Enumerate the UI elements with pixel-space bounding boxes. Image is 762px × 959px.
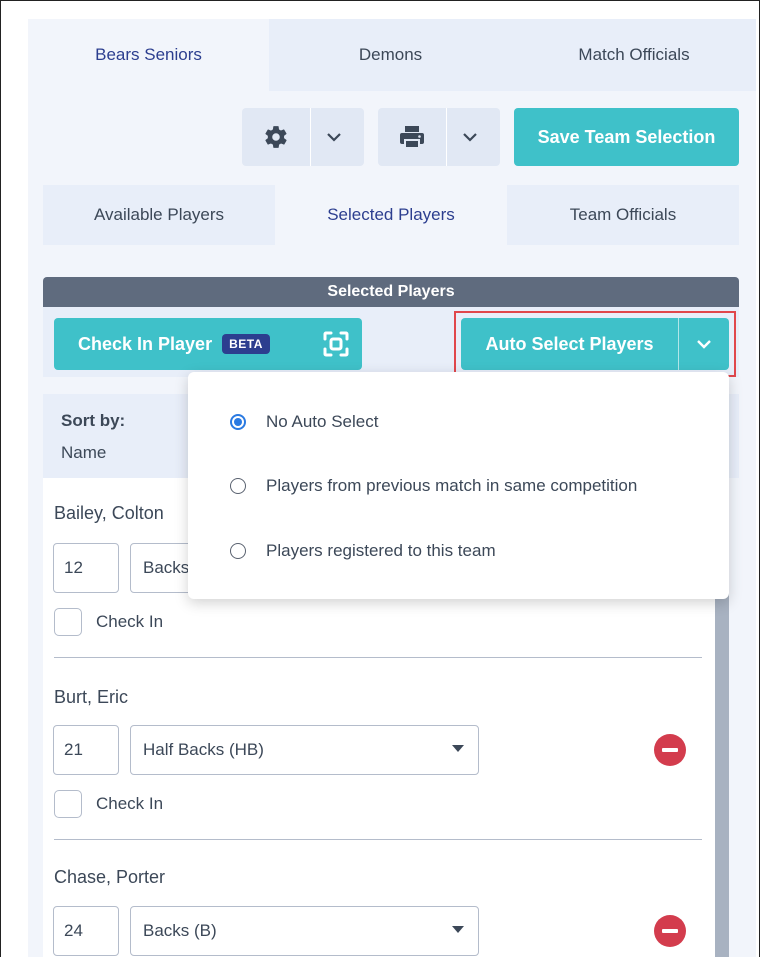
caret-down-icon bbox=[452, 926, 464, 933]
divider bbox=[54, 839, 702, 840]
check-in-toggle[interactable]: Check In bbox=[54, 608, 163, 636]
auto-select-option-registered[interactable]: Players registered to this team bbox=[230, 541, 496, 561]
auto-select-option-none[interactable]: No Auto Select bbox=[230, 412, 378, 432]
caret-down-icon bbox=[452, 745, 464, 752]
jersey-number-input[interactable]: 12 bbox=[53, 543, 119, 593]
sort-value[interactable]: Name bbox=[61, 443, 106, 463]
chevron-down-icon[interactable] bbox=[447, 108, 493, 166]
sort-label: Sort by: bbox=[61, 411, 126, 430]
position-value: Half Backs (HB) bbox=[143, 740, 264, 759]
divider bbox=[54, 657, 702, 658]
player-name: Bailey, Colton bbox=[54, 503, 164, 523]
auto-select-menu: No Auto Select Players from previous mat… bbox=[188, 372, 729, 599]
chevron-down-icon[interactable] bbox=[679, 339, 729, 349]
position-select[interactable]: Half Backs (HB) bbox=[130, 725, 479, 775]
scan-icon bbox=[323, 331, 349, 357]
tab-available-players[interactable]: Available Players bbox=[43, 185, 275, 245]
player-tabs: Available Players Selected Players Team … bbox=[43, 185, 739, 245]
option-label: No Auto Select bbox=[266, 412, 379, 431]
app-frame: Bears Seniors Demons Match Officials Sav… bbox=[0, 0, 760, 957]
position-value: Backs bbox=[143, 558, 190, 577]
settings-dropdown-button[interactable] bbox=[242, 108, 364, 166]
tab-bears-seniors[interactable]: Bears Seniors bbox=[28, 19, 269, 91]
remove-player-icon[interactable] bbox=[654, 915, 686, 947]
printer-icon[interactable] bbox=[378, 108, 446, 166]
checkbox[interactable] bbox=[54, 608, 82, 636]
gear-icon[interactable] bbox=[242, 108, 310, 166]
save-team-selection-button[interactable]: Save Team Selection bbox=[514, 108, 739, 166]
check-in-player-button[interactable]: Check In Player BETA bbox=[54, 318, 362, 370]
section-title: Selected Players bbox=[43, 277, 739, 307]
print-dropdown-button[interactable] bbox=[378, 108, 500, 166]
player-name: Chase, Porter bbox=[54, 867, 166, 887]
jersey-number-input[interactable]: 24 bbox=[53, 906, 119, 956]
auto-select-players-button[interactable]: Auto Select Players bbox=[461, 318, 729, 370]
position-select[interactable]: Backs (B) bbox=[130, 906, 479, 956]
remove-player-icon[interactable] bbox=[654, 734, 686, 766]
scrollbar[interactable] bbox=[715, 591, 729, 957]
chevron-down-icon[interactable] bbox=[311, 108, 357, 166]
option-label: Players registered to this team bbox=[266, 541, 496, 560]
check-in-label: Check In bbox=[96, 612, 164, 631]
auto-select-label: Auto Select Players bbox=[485, 333, 654, 354]
check-in-toggle[interactable]: Check In bbox=[54, 790, 163, 818]
tab-demons[interactable]: Demons bbox=[269, 19, 512, 91]
check-in-label: Check In bbox=[96, 794, 164, 813]
tab-selected-players[interactable]: Selected Players bbox=[275, 185, 507, 245]
auto-select-option-previous-match[interactable]: Players from previous match in same comp… bbox=[230, 476, 637, 496]
checkbox[interactable] bbox=[54, 790, 82, 818]
radio[interactable] bbox=[230, 478, 246, 494]
tab-team-officials[interactable]: Team Officials bbox=[507, 185, 739, 245]
radio-selected[interactable] bbox=[230, 414, 246, 430]
jersey-number-input[interactable]: 21 bbox=[53, 725, 119, 775]
radio[interactable] bbox=[230, 543, 246, 559]
position-value: Backs (B) bbox=[143, 921, 217, 940]
player-name: Burt, Eric bbox=[54, 687, 129, 707]
option-label: Players from previous match in same comp… bbox=[266, 476, 638, 495]
tab-match-officials[interactable]: Match Officials bbox=[512, 19, 756, 91]
beta-badge: BETA bbox=[222, 334, 270, 354]
check-in-player-label: Check In Player bbox=[78, 333, 213, 354]
